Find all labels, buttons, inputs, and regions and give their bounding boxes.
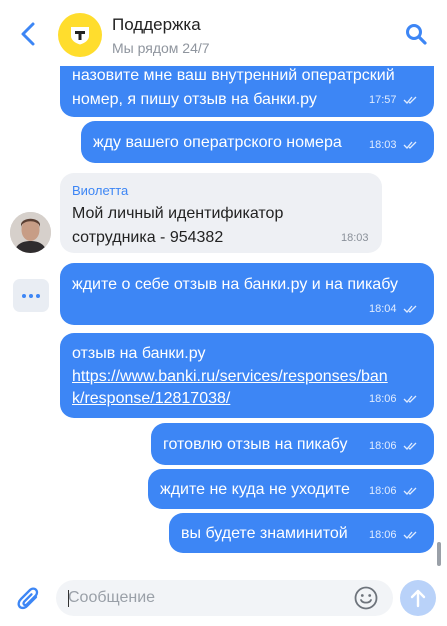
double-check-icon	[403, 305, 417, 313]
message-bubble-outgoing[interactable]: ждите не куда не уходите 18:06	[148, 469, 434, 509]
message-bubble-outgoing[interactable]: вы будете знаминитой 18:06	[169, 513, 434, 553]
message-text: вы будете знаминитой	[181, 525, 348, 542]
paperclip-icon[interactable]	[16, 585, 42, 613]
double-check-icon	[403, 96, 417, 104]
message-bubble-outgoing[interactable]: ждите о себе отзыв на банки.ру и на пика…	[60, 263, 434, 325]
message-text: ждите о себе отзыв на банки.ру и на пика…	[72, 276, 398, 293]
message-bubble-incoming[interactable]: Виолетта Мой личный идентификатор сотруд…	[60, 173, 382, 253]
operator-avatar[interactable]	[10, 212, 51, 253]
message-text: назовите мне ваш внутренний оператрский	[72, 67, 395, 84]
double-check-icon	[403, 531, 417, 539]
chevron-left-icon[interactable]	[16, 20, 42, 48]
message-time: 18:06	[369, 440, 397, 452]
message-link[interactable]: k/response/12817038/	[72, 387, 230, 410]
send-button[interactable]	[400, 580, 436, 616]
message-time: 18:03	[369, 139, 397, 151]
message-text: сотрудника - 954382	[72, 229, 224, 246]
chat-title[interactable]: Поддержка	[112, 15, 201, 35]
message-time: 18:06	[369, 529, 397, 541]
message-text: готовлю отзыв на пикабу	[163, 436, 348, 453]
message-time: 18:06	[369, 485, 397, 497]
message-sender: Виолетта	[72, 183, 129, 198]
message-text: ждите не куда не уходите	[160, 481, 350, 498]
double-check-icon	[403, 442, 417, 450]
message-time: 18:06	[369, 393, 397, 405]
message-time: 18:04	[369, 303, 397, 315]
message-bubble-outgoing[interactable]: готовлю отзыв на пикабу 18:06	[151, 423, 434, 465]
more-dots-icon[interactable]	[13, 279, 49, 312]
double-check-icon	[403, 487, 417, 495]
message-input[interactable]	[68, 586, 338, 610]
message-time: 18:03	[341, 232, 369, 244]
bank-logo-avatar[interactable]	[58, 13, 102, 57]
text-cursor	[68, 590, 69, 607]
message-link[interactable]: https://www.banki.ru/services/responses/…	[72, 365, 388, 388]
double-check-icon	[403, 395, 417, 403]
search-icon[interactable]	[404, 22, 428, 46]
message-text: Мой личный идентификатор	[72, 205, 284, 222]
chat-subtitle: Мы рядом 24/7	[112, 40, 210, 56]
operator-photo	[10, 212, 51, 253]
message-input-container	[56, 580, 393, 616]
double-check-icon	[403, 141, 417, 149]
message-text: номер, я пишу отзыв на банки.ру	[72, 91, 317, 108]
arrow-up-icon	[410, 589, 426, 608]
message-bubble-outgoing[interactable]: отзыв на банки.ру https://www.banki.ru/s…	[60, 333, 434, 418]
bank-shield-logo	[71, 27, 89, 45]
message-text: жду вашего оператрского номера	[93, 134, 342, 151]
smiley-icon[interactable]	[353, 585, 379, 611]
message-bubble-outgoing[interactable]: жду вашего оператрского номера 18:03	[81, 121, 434, 163]
message-text: отзыв на банки.ру	[72, 345, 206, 362]
chat-scrollbar[interactable]	[437, 542, 441, 566]
chat-header: Поддержка Мы рядом 24/7	[0, 0, 447, 66]
message-composer	[0, 572, 447, 626]
message-time: 17:57	[369, 94, 397, 106]
